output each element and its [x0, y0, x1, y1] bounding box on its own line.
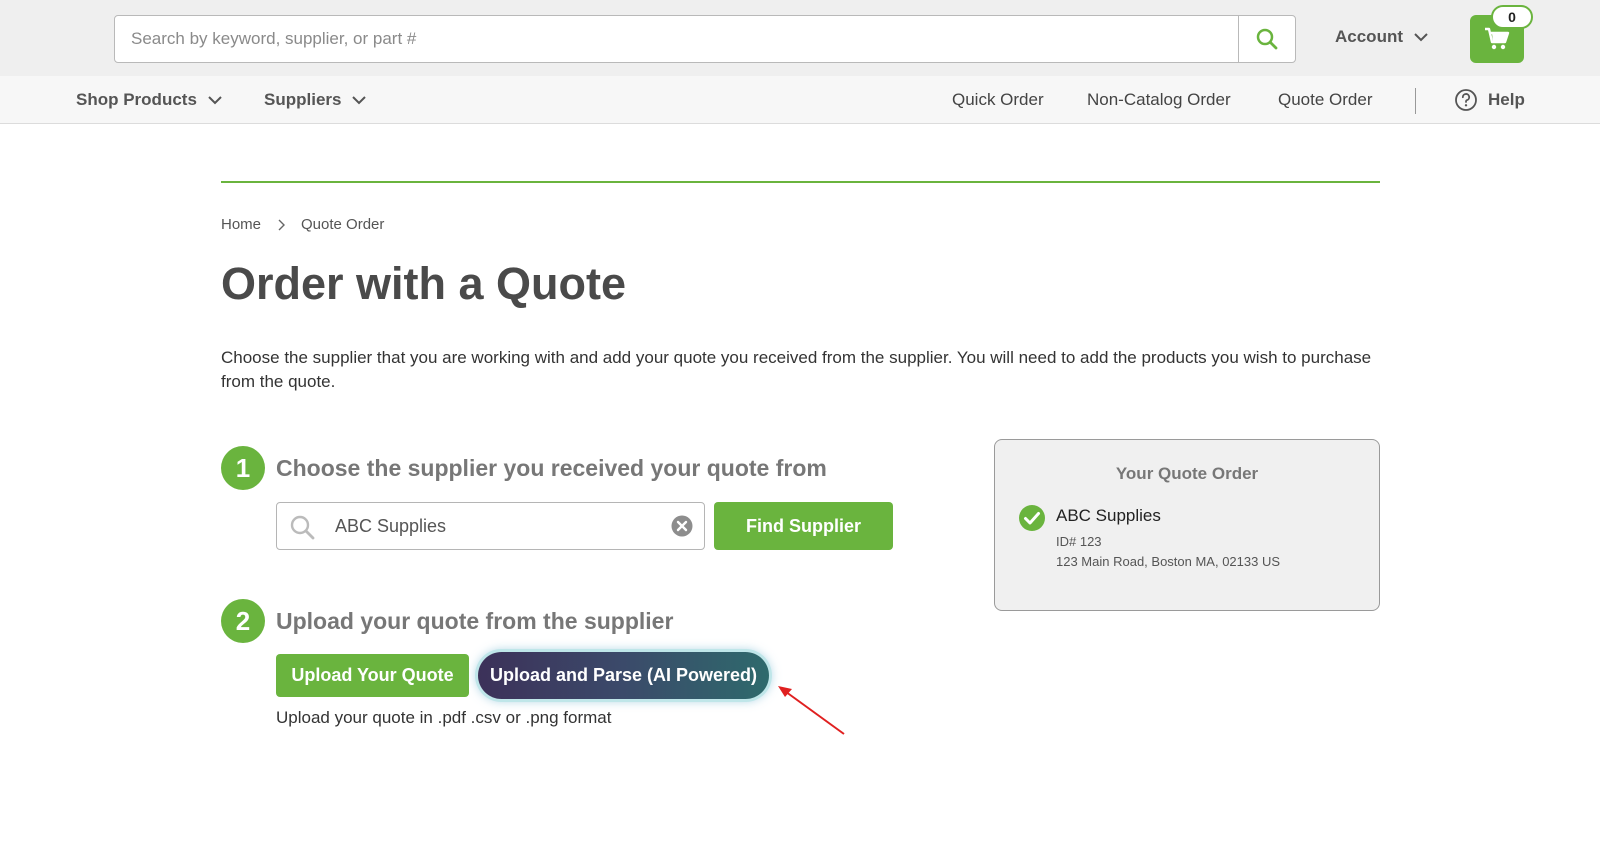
- chevron-down-icon: [352, 96, 367, 105]
- quote-order-card: Your Quote Order ABC Supplies ID# 123 12…: [994, 439, 1380, 611]
- nav-quote-order[interactable]: Quote Order: [1278, 90, 1373, 110]
- account-label: Account: [1335, 27, 1403, 46]
- nav-label: Shop Products: [76, 90, 197, 109]
- top-header: Account 0: [0, 0, 1600, 76]
- nav-help[interactable]: Help: [1454, 88, 1525, 112]
- selected-supplier-name: ABC Supplies: [1056, 506, 1161, 525]
- step-2-badge: 2: [221, 599, 265, 643]
- upload-parse-ai-button[interactable]: Upload and Parse (AI Powered): [478, 652, 769, 699]
- nav-quick-order[interactable]: Quick Order: [952, 90, 1044, 110]
- quote-card-title: Your Quote Order: [1115, 464, 1259, 483]
- annotation-arrow-icon: [778, 686, 845, 735]
- breadcrumb: Home Quote Order: [221, 216, 384, 233]
- upload-format-hint: Upload your quote in .pdf .csv or .png f…: [276, 708, 612, 727]
- cart-count-badge: 0: [1491, 5, 1533, 29]
- section-divider: [221, 181, 1380, 183]
- supplier-search: [276, 502, 705, 550]
- upload-quote-button[interactable]: Upload Your Quote: [276, 654, 469, 697]
- selected-supplier-id: ID# 123: [1056, 534, 1102, 549]
- help-label: Help: [1488, 90, 1525, 109]
- chevron-right-icon: [278, 219, 286, 230]
- breadcrumb-current: Quote Order: [301, 216, 385, 233]
- nav-label: Suppliers: [264, 90, 342, 109]
- search-icon: [1256, 28, 1278, 50]
- step-2-title: Upload your quote from the supplier: [276, 608, 674, 634]
- chevron-down-icon: [208, 96, 222, 105]
- main-nav: Shop Products Suppliers Quick Order Non-…: [0, 76, 1600, 124]
- page-title: Order with a Quote: [221, 258, 627, 309]
- search-icon: [290, 515, 315, 540]
- nav-divider: [1415, 88, 1416, 114]
- step-1-title: Choose the supplier you received your qu…: [276, 455, 827, 481]
- help-icon: [1455, 89, 1477, 111]
- find-supplier-button[interactable]: Find Supplier: [714, 502, 893, 550]
- step-1-badge: 1: [221, 446, 265, 490]
- account-menu[interactable]: Account: [1335, 27, 1429, 47]
- supplier-input[interactable]: [335, 503, 655, 549]
- search-input[interactable]: [115, 16, 1239, 62]
- check-circle-icon: [1019, 505, 1045, 531]
- breadcrumb-home[interactable]: Home: [221, 216, 261, 233]
- search-button[interactable]: [1238, 16, 1295, 62]
- selected-supplier-address: 123 Main Road, Boston MA, 02133 US: [1056, 554, 1281, 569]
- chevron-down-icon: [1414, 33, 1428, 42]
- page-intro: Choose the supplier that you are working…: [221, 348, 1372, 391]
- nav-non-catalog-order[interactable]: Non-Catalog Order: [1087, 90, 1231, 110]
- clear-icon[interactable]: [670, 514, 694, 543]
- global-search: [114, 15, 1296, 63]
- nav-suppliers[interactable]: Suppliers: [264, 90, 367, 110]
- nav-shop-products[interactable]: Shop Products: [76, 90, 223, 110]
- cart-icon: [1485, 27, 1510, 50]
